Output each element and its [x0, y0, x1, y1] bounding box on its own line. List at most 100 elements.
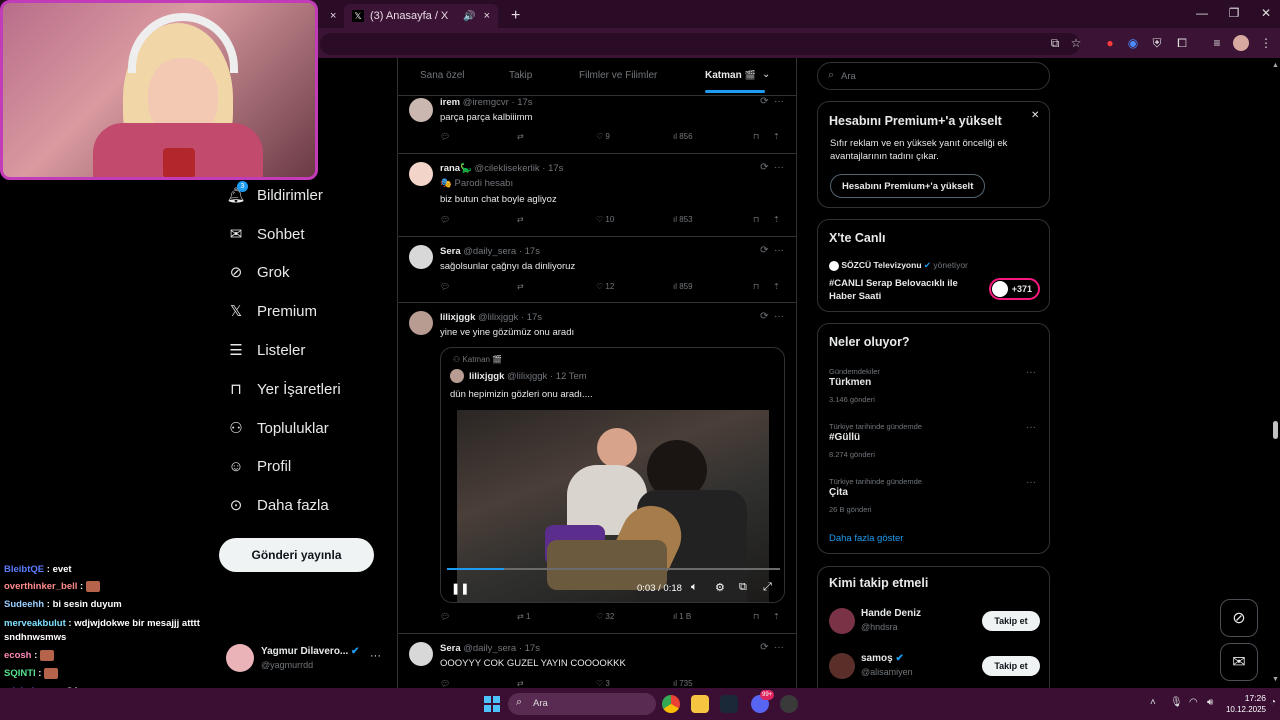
microphone-icon[interactable]: 🎙︎ — [1170, 697, 1183, 708]
minimize-button[interactable]: — — [1192, 6, 1212, 20]
more-icon[interactable]: ··· — [1026, 422, 1036, 433]
puzzle-icon[interactable]: ⧠ — [1174, 35, 1190, 51]
views-button[interactable]: ıl 735 — [673, 679, 693, 688]
more-icon[interactable]: ··· — [370, 650, 381, 662]
share-icon[interactable]: ⇡ — [773, 282, 780, 291]
tweet[interactable]: Sera @daily_sera · 17s OOOYYY COK GUZEL … — [398, 634, 796, 688]
chat-username[interactable]: ecosh — [4, 650, 31, 661]
tweet[interactable]: rana🦕 @cileklisekerlik · 17s 🎭 Parodi he… — [398, 154, 796, 237]
like-button[interactable]: ♡ 3 — [596, 679, 610, 688]
live-listeners[interactable]: +371 — [989, 278, 1040, 300]
avatar[interactable] — [409, 98, 433, 122]
sidebar-item-premium[interactable]: 𝕏 Premium — [227, 297, 317, 325]
like-button[interactable]: ♡ 9 — [596, 132, 610, 141]
follow-name[interactable]: samoş ✔ — [861, 653, 904, 664]
more-icon[interactable]: ··· — [1026, 367, 1036, 378]
scrollbar-thumb[interactable] — [1273, 421, 1278, 439]
chevron-down-icon[interactable]: ⌄ — [762, 69, 770, 80]
views-button[interactable]: ıl 1 B — [673, 612, 691, 621]
volume-icon[interactable]: 🔊︎ — [1207, 697, 1213, 708]
share-icon[interactable]: ⇡ — [773, 612, 780, 621]
avatar[interactable] — [1233, 35, 1249, 51]
more-icon[interactable]: ⟳ ··· — [760, 245, 784, 256]
bookmark-icon[interactable]: ⊓ — [753, 215, 759, 224]
more-icon[interactable]: ⟳ ··· — [760, 311, 784, 322]
reply-icon[interactable]: 💬︎ — [440, 612, 450, 621]
close-icon[interactable]: × — [484, 10, 490, 22]
sidebar-item-grok[interactable]: ⊘ Grok — [227, 258, 290, 286]
views-button[interactable]: ıl 856 — [673, 132, 693, 141]
messages-fab[interactable]: ✉ — [1220, 643, 1258, 681]
sidebar-item-listeler[interactable]: ☰ Listeler — [227, 336, 305, 364]
bookmark-icon[interactable]: ⊓ — [753, 282, 759, 291]
address-bar[interactable] — [320, 33, 1080, 55]
sidebar-item-yer-i-şaretleri[interactable]: ⊓ Yer İşaretleri — [227, 375, 341, 403]
pause-button[interactable]: ❚❚ — [451, 582, 469, 595]
avatar[interactable] — [409, 311, 433, 335]
cast-icon[interactable]: ⧉ — [1047, 35, 1063, 51]
clock-date[interactable]: 10.12.2025 — [1222, 705, 1266, 714]
follow-name[interactable]: Hande Deniz — [861, 608, 921, 619]
sidebar-item-bildirimler[interactable]: 🔔︎ 3 Bildirimler — [226, 181, 323, 209]
post-button[interactable]: Gönderi yayınla — [219, 538, 374, 572]
sidebar-item-topluluklar[interactable]: ⚇ Topluluklar — [227, 414, 328, 442]
reply-icon[interactable]: 💬︎ — [440, 679, 450, 688]
account-switcher[interactable]: Yagmur Dilavero... ✔ @yagmurrdd ··· — [226, 640, 386, 676]
avatar[interactable] — [829, 608, 855, 634]
avatar[interactable] — [829, 653, 855, 679]
like-button[interactable]: ♡ 32 — [596, 612, 614, 621]
tweet[interactable]: Sera @daily_sera · 17s sağolsunlar çağny… — [398, 237, 796, 303]
bookmark-icon[interactable]: ⊓ — [753, 132, 759, 141]
retweet-button[interactable]: ⇄ 1 — [517, 612, 530, 621]
media-icon[interactable]: ≡ — [1209, 35, 1225, 51]
reply-icon[interactable]: 💬︎ — [440, 132, 450, 141]
retweet-icon[interactable]: ⇄ — [517, 215, 524, 224]
like-button[interactable]: ♡ 12 — [596, 282, 614, 291]
bookmark-icon[interactable]: ⊓ — [753, 612, 759, 621]
speaker-icon[interactable]: 🔊 — [463, 11, 475, 22]
share-icon[interactable]: ⇡ — [773, 132, 780, 141]
views-button[interactable]: ıl 853 — [673, 215, 693, 224]
sidebar-item-sohbet[interactable]: ✉ Sohbet — [227, 220, 305, 248]
tab-filmler[interactable]: Filmler ve Filimler — [579, 70, 657, 81]
wifi-icon[interactable]: ◠ — [1189, 697, 1198, 708]
more-icon[interactable]: ··· — [1026, 477, 1036, 488]
show-more-link[interactable]: Daha fazla göster — [829, 533, 903, 544]
avatar[interactable] — [409, 642, 433, 666]
maximize-button[interactable]: ❐ — [1224, 6, 1244, 20]
browser-tab-active[interactable]: 𝕏 (3) Anasayfa / X 🔊 × — [344, 4, 498, 28]
tweet[interactable]: lilixjggk @lilixjggk · 17s yine ve yine … — [398, 303, 796, 634]
taskbar-search[interactable]: ⌕ Ara — [508, 693, 656, 715]
close-window-button[interactable]: ✕ — [1256, 6, 1276, 20]
steam-icon[interactable] — [720, 695, 738, 713]
chat-username[interactable]: merveakbulut — [4, 618, 66, 629]
chat-username[interactable]: BleibtQE — [4, 564, 44, 575]
chat-username[interactable]: SQINTI — [4, 668, 36, 679]
grok-fab[interactable]: ⊘ — [1220, 599, 1258, 637]
retweet-icon[interactable]: ⇄ — [517, 282, 524, 291]
follow-button[interactable]: Takip et — [982, 611, 1040, 631]
extension-shield-icon[interactable]: ⛨ — [1149, 35, 1165, 51]
chevron-up-icon[interactable]: ˄ — [1150, 697, 1156, 708]
search-input[interactable]: ⌕ Ara — [817, 62, 1050, 90]
chrome-icon[interactable] — [662, 695, 680, 713]
reply-icon[interactable]: 💬︎ — [440, 282, 450, 291]
tab-following[interactable]: Takip — [509, 70, 532, 81]
new-tab-button[interactable]: + — [503, 4, 528, 28]
live-show-title[interactable]: #CANLI Serap Belovacıklı ile Haber Saati — [829, 277, 979, 303]
sidebar-item-profil[interactable]: ☺ Profil — [227, 452, 291, 480]
extension-sound-icon[interactable]: ◉ — [1125, 35, 1141, 51]
avatar[interactable] — [409, 245, 433, 269]
sidebar-item-daha-fazla[interactable]: ⊙ Daha fazla — [227, 491, 329, 519]
page-scrollbar[interactable]: ▲ ▼ — [1270, 58, 1280, 688]
folder-icon[interactable] — [691, 695, 709, 713]
tab-katman[interactable]: Katman 🎬 — [705, 70, 756, 81]
pip-icon[interactable]: ⧉ — [739, 581, 747, 594]
star-icon[interactable]: ☆ — [1068, 35, 1084, 51]
windows-start-icon[interactable] — [484, 696, 500, 712]
more-icon[interactable]: ⟳ ··· — [760, 162, 784, 173]
more-icon[interactable]: ⟳ ··· — [760, 642, 784, 653]
tweet[interactable]: irem @iremgcvr · 17s parça parça kalbiii… — [398, 96, 796, 154]
fullscreen-icon[interactable]: ⤢ — [763, 581, 772, 594]
quoted-tweet[interactable]: ⚇ Katman 🎬 lilixjggk @lilixjggk · 12 Tem… — [440, 347, 785, 603]
